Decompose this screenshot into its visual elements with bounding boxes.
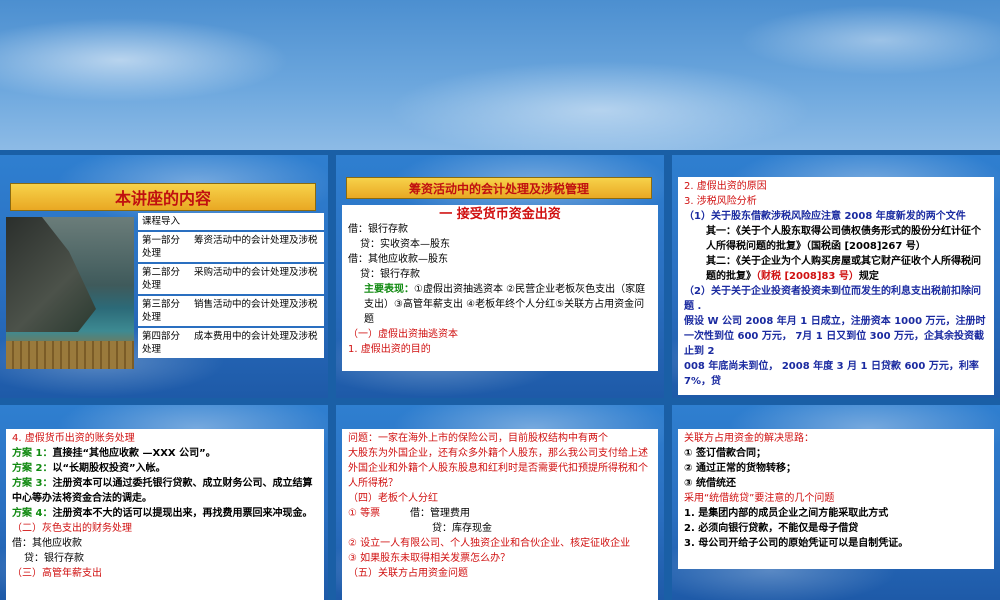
text-line: 008 年底尚未到位， 2008 年度 3 月 1 日贷款 600 万元，利率 … [684,361,979,387]
agenda-part: 第三部分 [142,299,181,310]
agenda-part: 第一部分 [142,235,181,246]
agenda-item: 课程导入 [138,213,324,232]
agenda-item: 第二部分 采购活动中的会计处理及涉税处理 [138,264,324,296]
text-line: （五）关联方占用资金问题 [348,568,468,579]
text-line: 4. 虚假货币出资的账务处理 [12,433,135,444]
text-line: 1. 是集团内部的成员企业之间方能采取此方式 [684,508,889,519]
text-span: 规定 [858,271,879,282]
text-line: 2. 必须向银行贷款，不能仅是母子借贷 [684,523,859,534]
text-line: 贷：银行存款 [24,553,84,564]
dock-shape [6,341,134,369]
agenda-list: 课程导入 第一部分 筹资活动中的会计处理及涉税处理 第二部分 采购活动中的会计处理及… [138,213,324,358]
slide-4-thumbnail[interactable]: 4. 虚假货币出资的账务处理 方案 1：直接挂“其他应收款 —XXX 公司”。 … [0,405,328,600]
text-span: 以“长期股权投资”入帐。 [52,463,166,474]
plan-label: 方案 2： [12,463,53,474]
text-line: 3. 涉税风险分析 [684,196,757,207]
agenda-part: 第四部分 [142,331,181,342]
agenda-part: 第二部分 [142,267,181,278]
text-line: （二）灰色支出的财务处理 [12,523,132,534]
text-line: 方案 1：直接挂“其他应收款 —XXX 公司”。 [12,446,318,461]
text-line: ② 设立一人有限公司、个人独资企业和合伙企业、核定征收企业 [348,538,631,549]
plan-label: 方案 3： [12,478,53,489]
content-panel: 4. 虚假货币出资的账务处理 方案 1：直接挂“其他应收款 —XXX 公司”。 … [6,429,324,600]
text-line: （三）高管年薪支出 [12,568,102,579]
text-line: （1）关于股东借款涉税风险应注意 2008 年度新发的两个文件 [684,211,966,222]
text-line: ① 签订借款合同； [684,448,766,459]
text-line: 方案 2：以“长期股权投资”入帐。 [12,461,318,476]
text-line: 采用“统借统贷”要注意的几个问题 [684,493,835,504]
text-line: 问题：一家在海外上市的保险公司，目前股权结构中有两个 [348,433,608,444]
text-line: 1. 虚假出资的目的 [348,344,431,355]
content-panel: 问题：一家在海外上市的保险公司，目前股权结构中有两个 大股东为外国企业，还有众多… [342,429,658,600]
text-span: 借：管理费用 [410,508,470,519]
agenda-item: 第一部分 筹资活动中的会计处理及涉税处理 [138,232,324,264]
content-panel: 2. 虚假出资的原因 3. 涉税风险分析 （1）关于股东借款涉税风险应注意 20… [678,177,994,395]
text-line: 贷：实收资本—股东 [360,239,450,250]
text-line: 贷：银行存款 [360,269,420,280]
text-span: 注册资本不大的话可以提现出来，再找费用票回来冲现金。 [52,508,313,519]
content-panel: 一 接受货币资金出资 借：银行存款 贷：实收资本—股东 借：其他应收款—股东 贷… [342,205,658,371]
agenda-text: 课程导入 [142,216,181,227]
slide-6-thumbnail[interactable]: 关联方占用资金的解决思路： ① 签订借款合同； ② 通过正常的货物转移； ③ 统… [672,405,1000,600]
content-panel: 关联方占用资金的解决思路： ① 签订借款合同； ② 通过正常的货物转移； ③ 统… [678,429,994,569]
highlight-label: 主要表现： [364,284,414,295]
plan-label: 方案 1： [12,448,53,459]
cliff-sea-picture [6,217,134,369]
text-line: 其一：《关于个人股东取得公司债权债务形式的股份分红计征个人所得税问题的批复》（国… [706,226,981,252]
text-span: （财税 [2008]83 号） [756,271,859,282]
text-line: 主要表现：①虚假出资抽逃资本 ②民营企业老板灰色支出（家庭支出）③高管年薪支出 … [348,282,652,327]
slide-1-thumbnail[interactable]: 本讲座的内容 课程导入 第一部分 筹资活动中的会计处理及涉税处理 第二部分 采购活动… [0,155,328,398]
section-heading: 一 接受货币资金出资 [439,207,561,222]
text-line: ① 等票 借：管理费用 [348,506,652,521]
text-line: 贷：库存现金 [432,523,492,534]
slide-5-thumbnail[interactable]: 问题：一家在海外上市的保险公司，目前股权结构中有两个 大股东为外国企业，还有众多… [336,405,664,600]
text-span: 注册资本可以通过委托银行贷款、成立财务公司、成立结算中心等办法将资金合法的调走。 [12,478,313,504]
cliff-shape [6,217,96,332]
text-span: ① 等票 [348,508,381,519]
text-line: 借：银行存款 [348,224,408,235]
slide-title: 本讲座的内容 [10,183,316,211]
text-line: 方案 3：注册资本可以通过委托银行贷款、成立财务公司、成立结算中心等办法将资金合… [12,476,318,506]
text-span: 直接挂“其他应收款 —XXX 公司”。 [52,448,216,459]
slide-3-thumbnail[interactable]: 2. 虚假出资的原因 3. 涉税风险分析 （1）关于股东借款涉税风险应注意 20… [672,155,1000,398]
text-line: 大股东为外国企业，还有众多外籍个人股东，那么我公司支付给上述外国企业和外籍个人股… [348,448,648,489]
text-line: （一）虚假出资抽逃资本 [348,329,458,340]
text-line: 3. 母公司开给子公司的原始凭证可以是自制凭证。 [684,538,909,549]
text-line: 2. 虚假出资的原因 [684,181,767,192]
text-line: ③ 如果股东未取得相关发票怎么办？ [348,553,511,564]
agenda-item: 第三部分 销售活动中的会计处理及涉税处理 [138,296,324,328]
text-line: 关联方占用资金的解决思路： [684,433,814,444]
sky-background [0,0,1000,150]
slide-2-thumbnail[interactable]: 筹资活动中的会计处理及涉税管理 一 接受货币资金出资 借：银行存款 贷：实收资本… [336,155,664,398]
text-line: 借：其他应收款—股东 [348,254,448,265]
plan-label: 方案 4： [12,508,53,519]
slide-title: 筹资活动中的会计处理及涉税管理 [346,177,652,199]
text-line: （四）老板个人分红 [348,493,438,504]
agenda-item: 第四部分 成本费用中的会计处理及涉税处理 [138,328,324,358]
text-line: 其二：《关于企业为个人购买房屋或其它财产征收个人所得税问题的批复》（财税 [20… [684,254,988,284]
text-line: 借：其他应收款 [12,538,82,549]
text-line: ② 通过正常的货物转移； [684,463,796,474]
text-line: （2）关于关于企业投资者投资未到位而发生的利息支出税前扣除问题 . [684,286,981,312]
text-line: 方案 4：注册资本不大的话可以提现出来，再找费用票回来冲现金。 [12,506,318,521]
text-line: 假设 W 公司 2008 年月 1 日成立，注册资本 1000 万元，注册时一次… [684,316,986,357]
text-line: ③ 统借统还 [684,478,736,489]
